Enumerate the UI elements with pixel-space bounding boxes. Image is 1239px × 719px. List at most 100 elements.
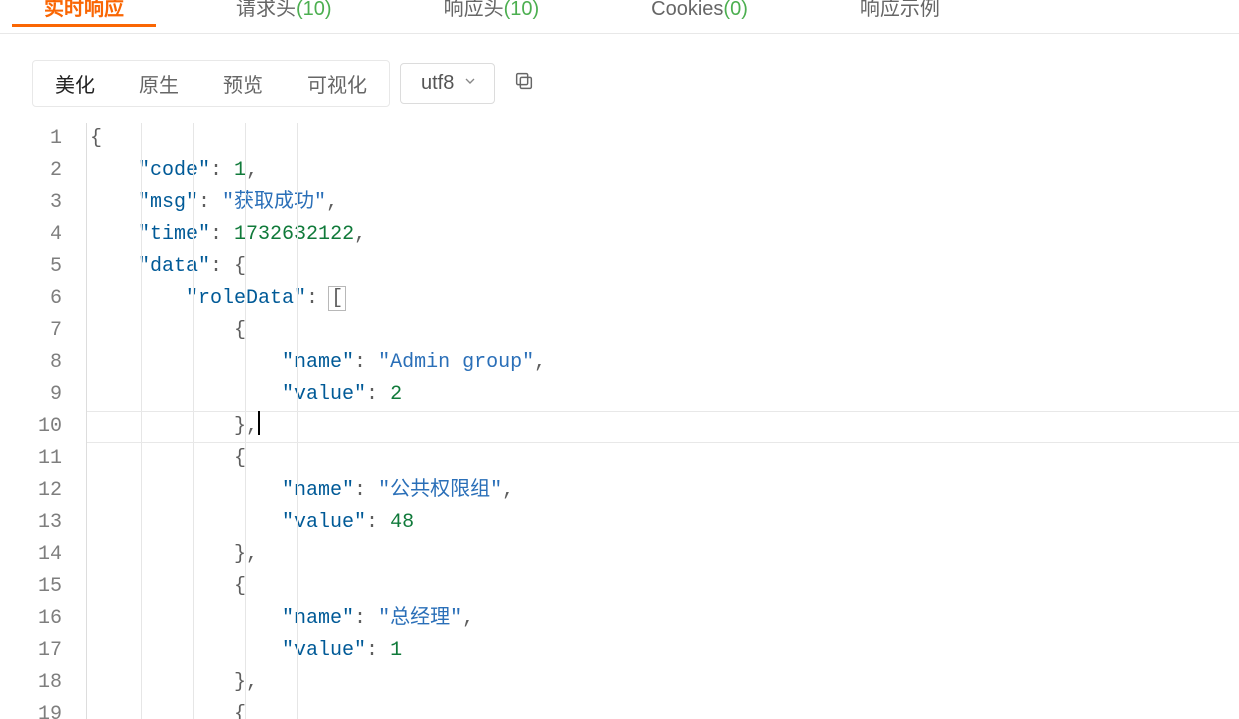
- token-key: "name": [282, 351, 354, 374]
- line-number: 19: [26, 699, 62, 719]
- tab-count: (10): [504, 0, 540, 20]
- token-punct: :: [210, 255, 234, 278]
- line-number: 15: [26, 571, 62, 603]
- token-punct: :: [210, 223, 234, 246]
- token-brace: {: [90, 127, 102, 150]
- code-line: "name": "Admin group",: [90, 347, 1239, 379]
- toolbar: 美化 原生 预览 可视化 utf8: [32, 60, 1239, 107]
- tab-response-headers[interactable]: 响应头(10): [412, 0, 572, 27]
- mode-visualize[interactable]: 可视化: [285, 61, 389, 106]
- token-num: 1732632122: [234, 223, 354, 246]
- mode-raw[interactable]: 原生: [117, 61, 201, 106]
- token-punct: :: [210, 159, 234, 182]
- token-punct: ,: [502, 479, 514, 502]
- code-line: "value": 2: [90, 379, 1239, 411]
- tab-request-headers[interactable]: 请求头(10): [204, 0, 364, 27]
- line-number: 2: [26, 155, 62, 187]
- encoding-select[interactable]: utf8: [400, 63, 495, 104]
- token-str: "公共权限组": [378, 479, 502, 502]
- token-punct: :: [366, 639, 390, 662]
- line-number: 1: [26, 123, 62, 155]
- line-number: 3: [26, 187, 62, 219]
- token-key: "value": [282, 511, 366, 534]
- token-key: "data": [138, 255, 210, 278]
- token-key: "value": [282, 639, 366, 662]
- line-number-gutter: 12345678910111213141516171819: [26, 123, 86, 719]
- code-line: "time": 1732632122,: [90, 219, 1239, 251]
- code-line: "code": 1,: [90, 155, 1239, 187]
- code-line: "name": "公共权限组",: [90, 475, 1239, 507]
- code-line: {: [90, 571, 1239, 603]
- token-punct: :: [306, 287, 330, 310]
- token-punct: ,: [246, 543, 258, 566]
- token-punct: ,: [326, 191, 338, 214]
- code-line: "roleData": [: [90, 283, 1239, 315]
- tab-cookies[interactable]: Cookies(0): [619, 0, 780, 27]
- token-punct: :: [354, 479, 378, 502]
- line-number: 16: [26, 603, 62, 635]
- code-line: "value": 48: [90, 507, 1239, 539]
- line-number: 8: [26, 347, 62, 379]
- chevron-down-icon: [462, 72, 478, 95]
- line-number: 14: [26, 539, 62, 571]
- copy-icon: [513, 70, 535, 98]
- line-number: 4: [26, 219, 62, 251]
- line-number: 6: [26, 283, 62, 315]
- line-number: 9: [26, 379, 62, 411]
- tab-label: 实时响应: [44, 0, 124, 20]
- code-line: },: [90, 411, 1239, 443]
- token-bracket-hl: [: [328, 286, 346, 311]
- code-line: "value": 1: [90, 635, 1239, 667]
- code-editor[interactable]: 12345678910111213141516171819 { "code": …: [26, 123, 1239, 719]
- token-num: 2: [390, 383, 402, 406]
- line-number: 17: [26, 635, 62, 667]
- tab-count: (0): [723, 0, 747, 20]
- code-line: "data": {: [90, 251, 1239, 283]
- line-number: 13: [26, 507, 62, 539]
- token-punct: ,: [354, 223, 366, 246]
- token-key: "name": [282, 607, 354, 630]
- token-key: "msg": [138, 191, 198, 214]
- token-str: "总经理": [378, 607, 462, 630]
- tab-response-body[interactable]: 实时响应: [12, 0, 156, 27]
- code-line: {: [90, 443, 1239, 475]
- line-number: 5: [26, 251, 62, 283]
- token-key: "name": [282, 479, 354, 502]
- copy-button[interactable]: [505, 65, 543, 103]
- token-key: "time": [138, 223, 210, 246]
- line-number: 10: [26, 411, 62, 443]
- code-line: },: [90, 667, 1239, 699]
- mode-preview[interactable]: 预览: [201, 61, 285, 106]
- view-mode-segmented: 美化 原生 预览 可视化: [32, 60, 390, 107]
- line-number: 12: [26, 475, 62, 507]
- token-punct: :: [354, 607, 378, 630]
- token-str: "获取成功": [222, 191, 326, 214]
- token-punct: ,: [462, 607, 474, 630]
- code-line: {: [90, 699, 1239, 719]
- token-punct: ,: [246, 159, 258, 182]
- token-punct: :: [366, 383, 390, 406]
- code-line: "name": "总经理",: [90, 603, 1239, 635]
- line-number: 7: [26, 315, 62, 347]
- mode-pretty[interactable]: 美化: [33, 61, 117, 106]
- token-punct: :: [198, 191, 222, 214]
- encoding-label: utf8: [421, 72, 454, 95]
- token-punct: ,: [246, 415, 258, 438]
- token-punct: ,: [246, 671, 258, 694]
- nav-tabs: 实时响应 请求头(10) 响应头(10) Cookies(0) 响应示例: [0, 0, 1239, 34]
- token-str: "Admin group": [378, 351, 534, 374]
- code-line: {: [90, 315, 1239, 347]
- tab-response-example[interactable]: 响应示例: [828, 0, 972, 27]
- token-punct: ,: [534, 351, 546, 374]
- code-lines: { "code": 1, "msg": "获取成功", "time": 1732…: [87, 123, 1239, 719]
- tab-label: 响应示例: [860, 0, 940, 20]
- code-line: {: [90, 123, 1239, 155]
- token-num: 48: [390, 511, 414, 534]
- line-number: 11: [26, 443, 62, 475]
- tab-count: (10): [296, 0, 332, 20]
- text-cursor: [258, 411, 260, 435]
- token-key: "value": [282, 383, 366, 406]
- token-num: 1: [390, 639, 402, 662]
- token-punct: :: [366, 511, 390, 534]
- line-number: 18: [26, 667, 62, 699]
